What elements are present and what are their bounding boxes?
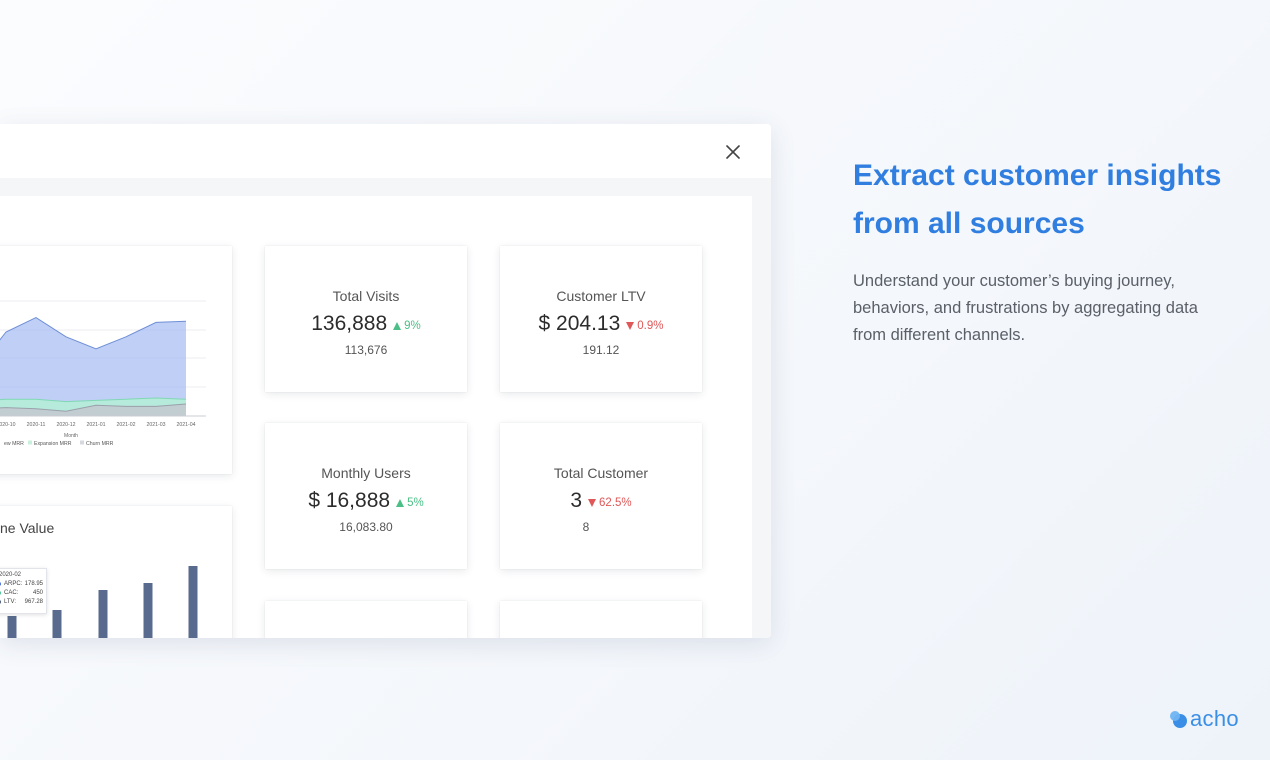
x-tick-label: 2021-02 [116, 422, 135, 428]
kpi-card-partial-right [500, 601, 702, 638]
kpi-value: 3 [570, 489, 583, 512]
kpi-delta-value: 62.5% [599, 497, 632, 509]
mrr-area-chart: 2020-10 2020-11 2020-12 2021-01 2021-02 2021-… [0, 300, 206, 447]
cac-dot-icon [0, 591, 1, 595]
x-tick-label: 2021-04 [176, 422, 195, 428]
x-tick-label: 2020-11 [27, 422, 46, 428]
ltv-dot-icon [0, 600, 1, 604]
kpi-previous-value: 113,676 [344, 343, 388, 357]
arpc-dot-icon [0, 582, 1, 586]
kpi-card-customer-ltv[interactable]: Customer LTV $ 204.13 0.9% 191.12 [500, 246, 702, 392]
kpi-value-row: 136,888 9% [265, 312, 467, 336]
kpi-card-partial-left [265, 601, 467, 638]
ltv-chart-card: ne Value 2020-02 ARPC: 178.95 CAC: 450 L… [0, 506, 232, 638]
bar [52, 610, 62, 638]
logo-text: acho [1190, 706, 1239, 731]
kpi-delta: 62.5% [588, 497, 632, 509]
legend-label: ew MRR [4, 441, 24, 447]
arrow-up-icon [396, 499, 405, 507]
x-axis-label: Month [64, 433, 78, 439]
kpi-title: Total Visits [332, 288, 400, 304]
window-body: 2020-10 2020-11 2020-12 2021-01 2021-02 2021-… [0, 178, 771, 638]
kpi-card-total-customer[interactable]: Total Customer 3 62.5% 8 [500, 423, 702, 569]
bar [143, 583, 153, 638]
kpi-card-total-visits[interactable]: Total Visits 136,888 9% 113,676 [265, 246, 467, 392]
kpi-delta: 5% [396, 497, 424, 509]
tooltip-row-cac: CAC: 450 [0, 590, 43, 596]
acho-logo-icon [1170, 711, 1187, 728]
kpi-value-row: $ 16,888 5% [265, 489, 467, 513]
kpi-title: Monthly Users [321, 465, 411, 481]
x-tick-label: 2020-10 [0, 422, 16, 428]
window-header [0, 124, 771, 178]
close-button[interactable] [722, 141, 744, 163]
legend-swatch [28, 440, 32, 445]
hero-headline: Extract customer insights from all sourc… [853, 152, 1253, 248]
x-tick-label: 2020-12 [56, 422, 75, 428]
kpi-delta-value: 9% [404, 320, 421, 332]
bar [188, 566, 198, 638]
kpi-card-monthly-users[interactable]: Monthly Users $ 16,888 5% 16,083.80 [265, 423, 467, 569]
tooltip-row-arpc: ARPC: 178.95 [0, 581, 43, 587]
tooltip-value: 967.28 [24, 599, 43, 605]
bar [7, 616, 17, 638]
kpi-title: Total Customer [553, 465, 649, 481]
tooltip-label: ARPC: [4, 581, 23, 587]
kpi-value: $ 204.13 [538, 312, 621, 335]
kpi-delta-value: 5% [407, 497, 424, 509]
hero-description: Understand your customer’s buying journe… [853, 272, 1198, 344]
bar [98, 590, 108, 638]
kpi-delta: 0.9% [626, 320, 663, 332]
tooltip-row-ltv: LTV: 967.28 [0, 599, 43, 605]
kpi-delta: 9% [393, 320, 421, 332]
headline-line-2: from all sources [853, 207, 1085, 240]
chart-tooltip: 2020-02 ARPC: 178.95 CAC: 450 LTV: 967.2… [0, 568, 47, 614]
kpi-title: Customer LTV [556, 288, 646, 304]
mrr-chart-card: 2020-10 2020-11 2020-12 2021-01 2021-02 2021-… [0, 246, 232, 474]
kpi-value: $ 16,888 [308, 489, 391, 512]
kpi-value: 136,888 [311, 312, 388, 335]
tooltip-value: 178.95 [24, 581, 43, 587]
kpi-value-row: $ 204.13 0.9% [500, 312, 702, 336]
tooltip-value: 450 [32, 590, 43, 596]
arrow-down-icon [588, 499, 597, 507]
close-icon [726, 145, 740, 159]
tooltip-header: 2020-02 [0, 572, 22, 578]
x-tick-label: 2021-01 [86, 422, 105, 428]
legend-swatch [80, 440, 84, 445]
kpi-previous-value: 16,083.80 [339, 520, 393, 534]
dashboard-window: 2020-10 2020-11 2020-12 2021-01 2021-02 2021-… [0, 124, 771, 638]
legend-label: Churn MRR [86, 441, 114, 447]
kpi-value-row: 3 62.5% [500, 489, 702, 513]
legend-label: Expansion MRR [34, 441, 72, 447]
acho-logo: acho [1169, 706, 1239, 732]
dashboard-canvas: 2020-10 2020-11 2020-12 2021-01 2021-02 2021-… [0, 196, 752, 638]
headline-line-1: Extract customer insights [853, 159, 1222, 192]
kpi-previous-value: 191.12 [582, 343, 620, 357]
x-tick-label: 2021-03 [146, 422, 165, 428]
kpi-delta-value: 0.9% [637, 320, 664, 332]
tooltip-label: CAC: [4, 590, 19, 596]
tooltip-label: LTV: [4, 599, 17, 605]
arrow-down-icon [626, 322, 635, 330]
kpi-previous-value: 8 [582, 520, 590, 534]
arrow-up-icon [393, 322, 402, 330]
